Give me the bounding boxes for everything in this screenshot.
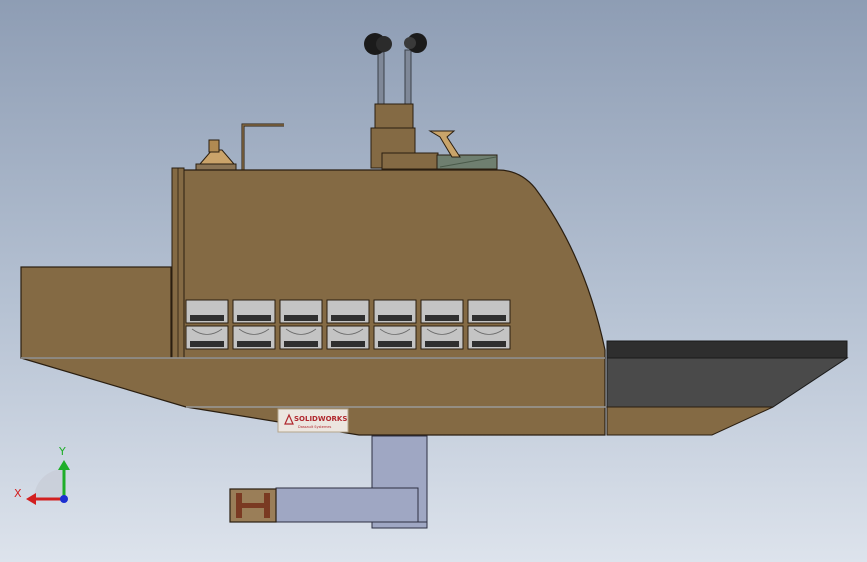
x-axis-label: X <box>14 487 22 500</box>
cabin-bunk <box>472 315 506 321</box>
propulsion-duct <box>229 435 428 529</box>
cabin-bunk <box>237 341 271 347</box>
cabin-bunk <box>331 315 365 321</box>
z-axis-dot <box>60 495 68 503</box>
cabin-bunk <box>237 315 271 321</box>
y-axis-arrow-head <box>58 460 70 470</box>
solidworks-watermark: SOLIDWORKS Dassault Systemes <box>277 408 349 433</box>
cabin-bunk <box>425 341 459 347</box>
x-axis-arrow-head <box>26 493 36 505</box>
cabin-bunk <box>284 341 318 347</box>
cabin-bunk <box>190 341 224 347</box>
cad-viewport[interactable]: SOLIDWORKS Dassault Systemes Y X <box>0 0 867 562</box>
cabin-bunk <box>472 341 506 347</box>
bow-deck <box>606 340 849 436</box>
y-axis-label: Y <box>58 445 66 458</box>
stern-deckhouse <box>20 266 172 359</box>
cabin-bunk <box>378 315 412 321</box>
cabin-bunk <box>425 315 459 321</box>
deck-equipment <box>195 123 498 171</box>
watermark-brand: SOLIDWORKS <box>294 415 347 423</box>
cabin-bunk <box>284 315 318 321</box>
cabin-bunk <box>190 315 224 321</box>
cabin-bunk <box>378 341 412 347</box>
cabin-bunk <box>331 341 365 347</box>
watermark-tagline: Dassault Systemes <box>298 425 332 429</box>
mast-assembly <box>364 33 427 169</box>
ship-model[interactable]: SOLIDWORKS Dassault Systemes Y X <box>0 0 867 562</box>
orientation-triad[interactable]: Y X <box>14 445 70 505</box>
